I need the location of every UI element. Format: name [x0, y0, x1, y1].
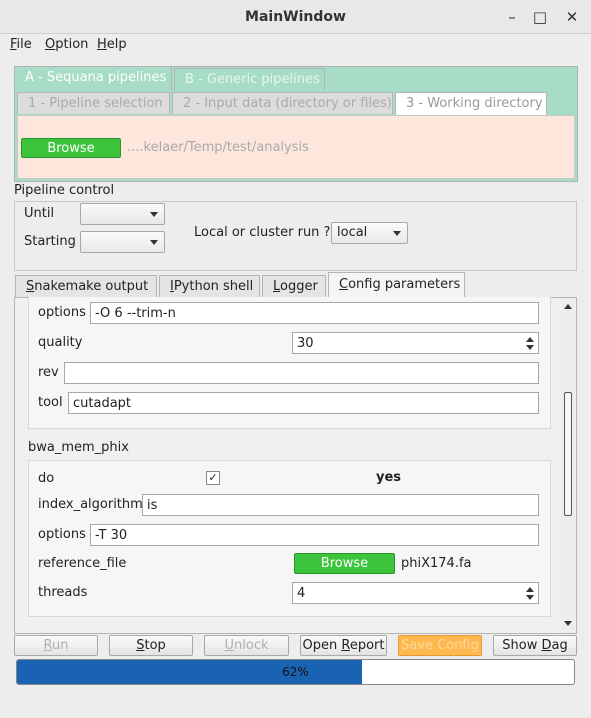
- working-dir-path: ....kelaer/Temp/test/analysis: [127, 140, 309, 155]
- minimize-icon[interactable]: –: [503, 8, 521, 26]
- run-mode-value: local: [337, 225, 368, 240]
- tab-pipeline-selection[interactable]: 1 - Pipeline selection: [17, 92, 170, 114]
- reference-file-value: phiX174.fa: [401, 556, 472, 571]
- config-scrollbar[interactable]: [561, 298, 575, 633]
- tab-snakemake-output[interactable]: Snakemake output: [15, 275, 157, 298]
- chevron-down-icon: [393, 231, 401, 236]
- open-report-button[interactable]: Open Report: [300, 635, 387, 656]
- tab-generic-pipelines[interactable]: B - Generic pipelines: [174, 68, 325, 90]
- stop-button[interactable]: Stop: [109, 635, 193, 656]
- progress-label: 62%: [282, 665, 309, 679]
- cutadapt-quality-label: quality: [38, 335, 83, 350]
- index-algorithm-field[interactable]: is: [142, 494, 539, 516]
- spin-up-icon[interactable]: [526, 337, 534, 342]
- scroll-up-icon[interactable]: [564, 304, 572, 309]
- progress-bar: 62%: [16, 659, 575, 685]
- bwa-options-field[interactable]: -T 30: [90, 524, 539, 546]
- spin-down-icon[interactable]: [526, 595, 534, 600]
- close-icon[interactable]: ✕: [563, 8, 581, 26]
- cutadapt-tool-field[interactable]: cutadapt: [68, 392, 539, 414]
- threads-spinbox[interactable]: 4: [292, 582, 539, 604]
- do-checkbox[interactable]: ✓: [206, 471, 220, 485]
- tab-sequana-pipelines[interactable]: A - Sequana pipelines: [14, 66, 172, 90]
- tab-config-parameters[interactable]: Config parameters: [328, 272, 465, 298]
- scrollbar-handle[interactable]: [564, 392, 572, 516]
- title-bar: MainWindow – □ ✕: [0, 0, 591, 34]
- threads-value: 4: [297, 586, 306, 601]
- browse-working-dir-button[interactable]: Browse: [21, 138, 121, 158]
- do-label: do: [38, 471, 55, 486]
- cutadapt-options-field[interactable]: -O 6 --trim-n: [90, 302, 539, 324]
- browse-reference-button[interactable]: Browse: [294, 553, 395, 574]
- chevron-down-icon: [150, 240, 158, 245]
- reference-file-label: reference_file: [38, 556, 127, 571]
- menu-bar: File Option Help: [0, 34, 591, 56]
- save-config-button[interactable]: Save Config: [398, 635, 482, 656]
- cutadapt-options-label: options: [38, 305, 86, 320]
- cutadapt-rev-field[interactable]: [64, 362, 539, 384]
- bwa-options-label: options: [38, 527, 86, 542]
- quality-value: 30: [297, 336, 314, 351]
- spin-up-icon[interactable]: [526, 587, 534, 592]
- menu-option[interactable]: Option: [45, 37, 88, 52]
- cutadapt-rev-label: rev: [38, 365, 59, 380]
- run-mode-label: Local or cluster run ?: [194, 225, 331, 240]
- menu-file[interactable]: File: [10, 37, 32, 52]
- spin-down-icon[interactable]: [526, 345, 534, 350]
- tab-ipython-shell[interactable]: IPython shell: [159, 275, 260, 298]
- bwa-mem-phix-title: bwa_mem_phix: [28, 440, 129, 455]
- show-dag-button[interactable]: Show Dag: [493, 635, 577, 656]
- maximize-icon[interactable]: □: [531, 8, 549, 26]
- unlock-button[interactable]: Unlock: [204, 635, 289, 656]
- menu-help[interactable]: Help: [97, 37, 127, 52]
- pipeline-control-title: Pipeline control: [14, 183, 115, 198]
- threads-label: threads: [38, 585, 88, 600]
- tab-logger[interactable]: Logger: [262, 275, 326, 298]
- index-algorithm-label: index_algorithm: [38, 497, 143, 512]
- tab-input-data[interactable]: 2 - Input data (directory or files): [172, 92, 393, 114]
- run-button[interactable]: Run: [14, 635, 98, 656]
- until-select[interactable]: [80, 203, 165, 225]
- until-label: Until: [24, 206, 55, 221]
- starting-select[interactable]: [80, 231, 165, 253]
- do-value: yes: [376, 470, 402, 485]
- scroll-down-icon[interactable]: [564, 621, 572, 626]
- run-mode-select[interactable]: local: [331, 222, 408, 244]
- starting-label: Starting: [24, 234, 76, 249]
- cutadapt-tool-label: tool: [38, 395, 63, 410]
- chevron-down-icon: [150, 212, 158, 217]
- cutadapt-quality-spinbox[interactable]: 30: [292, 332, 539, 354]
- tab-working-directory[interactable]: 3 - Working directory: [395, 92, 547, 116]
